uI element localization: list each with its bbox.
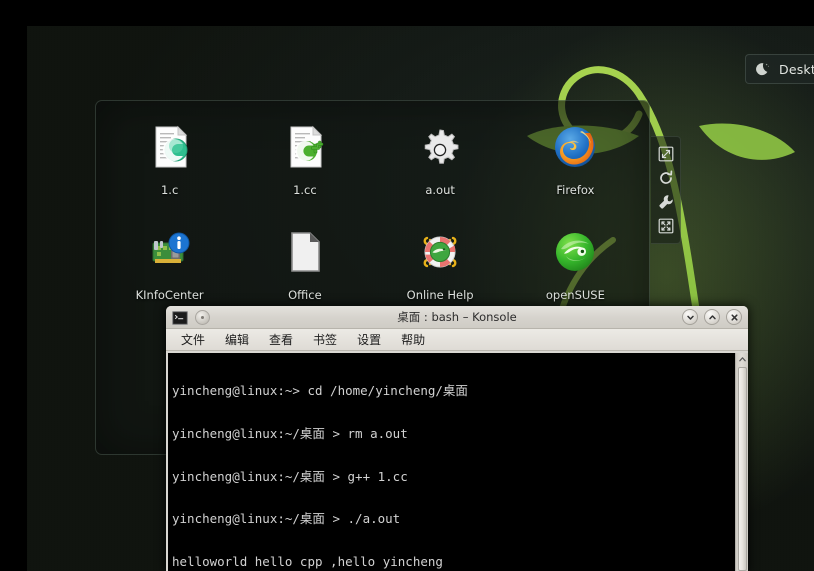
desktop-icon-label: a.out	[425, 183, 455, 197]
activity-chip[interactable]: Desktop	[745, 54, 814, 84]
menu-bookmarks[interactable]: 书签	[304, 329, 346, 350]
settings-wrench-icon[interactable]	[657, 193, 675, 211]
menu-file[interactable]: 文件	[172, 329, 214, 350]
scrollbar-thumb[interactable]	[737, 367, 747, 571]
desktop-icon-label: Online Help	[406, 288, 474, 302]
konsole-icon	[172, 310, 188, 325]
konsole-window[interactable]: 桌面 : bash – Konsole 文件 编辑 查看 书签 设置 帮助 yi…	[166, 306, 748, 571]
desktop-icon-label: openSUSE	[545, 288, 605, 302]
desktop-icon-label: 1.c	[160, 183, 179, 197]
terminal-line: yincheng@linux:~> cd /home/yincheng/桌面	[172, 383, 468, 399]
screen: 1.c 1.cc a.out Firefox KInfoCenter Offic…	[0, 0, 814, 571]
resize-handle-icon[interactable]	[657, 145, 675, 163]
desktop-icon-1-c[interactable]: 1.c	[102, 115, 237, 220]
desktop-icon-label: 1.cc	[293, 183, 317, 197]
menu-help[interactable]: 帮助	[392, 329, 434, 350]
desktop-icon-label: Office	[288, 288, 322, 302]
terminal-line: yincheng@linux:~/桌面 > ./a.out	[172, 511, 401, 527]
terminal-output[interactable]: yincheng@linux:~> cd /home/yincheng/桌面 y…	[168, 353, 735, 571]
titlebar-left-controls	[172, 309, 210, 325]
moon-icon	[756, 62, 771, 77]
firefox-icon	[551, 123, 599, 171]
terminal-area: yincheng@linux:~> cd /home/yincheng/桌面 y…	[166, 351, 748, 571]
activity-chip-label: Desktop	[779, 61, 814, 77]
window-menu-button[interactable]	[195, 309, 210, 325]
opensuse-geeko-icon	[551, 228, 599, 276]
cpp-source-file-icon	[281, 123, 329, 171]
menu-settings[interactable]: 设置	[348, 329, 390, 350]
terminal-line: yincheng@linux:~/桌面 > rm a.out	[172, 426, 408, 441]
desktop-icon-firefox[interactable]: Firefox	[508, 115, 643, 220]
desktop-icon-1-cc[interactable]: 1.cc	[237, 115, 372, 220]
window-buttons	[682, 309, 742, 325]
rotate-handle-icon[interactable]	[657, 169, 675, 187]
minimize-button[interactable]	[682, 309, 698, 325]
maximize-button[interactable]	[704, 309, 720, 325]
libreoffice-document-icon	[281, 228, 329, 276]
close-button[interactable]	[726, 309, 742, 325]
menu-edit[interactable]: 编辑	[216, 329, 258, 350]
desktop-icon-grid: 1.c 1.cc a.out Firefox KInfoCenter Offic…	[96, 115, 649, 325]
terminal-scrollbar[interactable]	[735, 353, 748, 571]
online-help-lifebuoy-icon	[416, 228, 464, 276]
desktop-icon-label: KInfoCenter	[135, 288, 204, 302]
applet-handle-toolbar[interactable]	[651, 136, 681, 244]
gear-executable-icon	[416, 123, 464, 171]
c-source-file-icon	[146, 123, 194, 171]
terminal-line: yincheng@linux:~/桌面 > g++ 1.cc	[172, 468, 408, 484]
kinfocenter-icon	[146, 228, 194, 276]
terminal-line: helloworld hello cpp ,hello yincheng	[172, 553, 443, 569]
desktop-icon-label: Firefox	[556, 183, 595, 197]
menu-view[interactable]: 查看	[260, 329, 302, 350]
desktop-icon-a-out[interactable]: a.out	[373, 115, 508, 220]
maximize-handle-icon[interactable]	[657, 217, 675, 235]
konsole-menubar[interactable]: 文件 编辑 查看 书签 设置 帮助	[166, 329, 748, 351]
konsole-titlebar[interactable]: 桌面 : bash – Konsole	[166, 306, 748, 329]
konsole-title: 桌面 : bash – Konsole	[397, 310, 517, 324]
scroll-up-arrow-icon[interactable]	[736, 353, 749, 366]
